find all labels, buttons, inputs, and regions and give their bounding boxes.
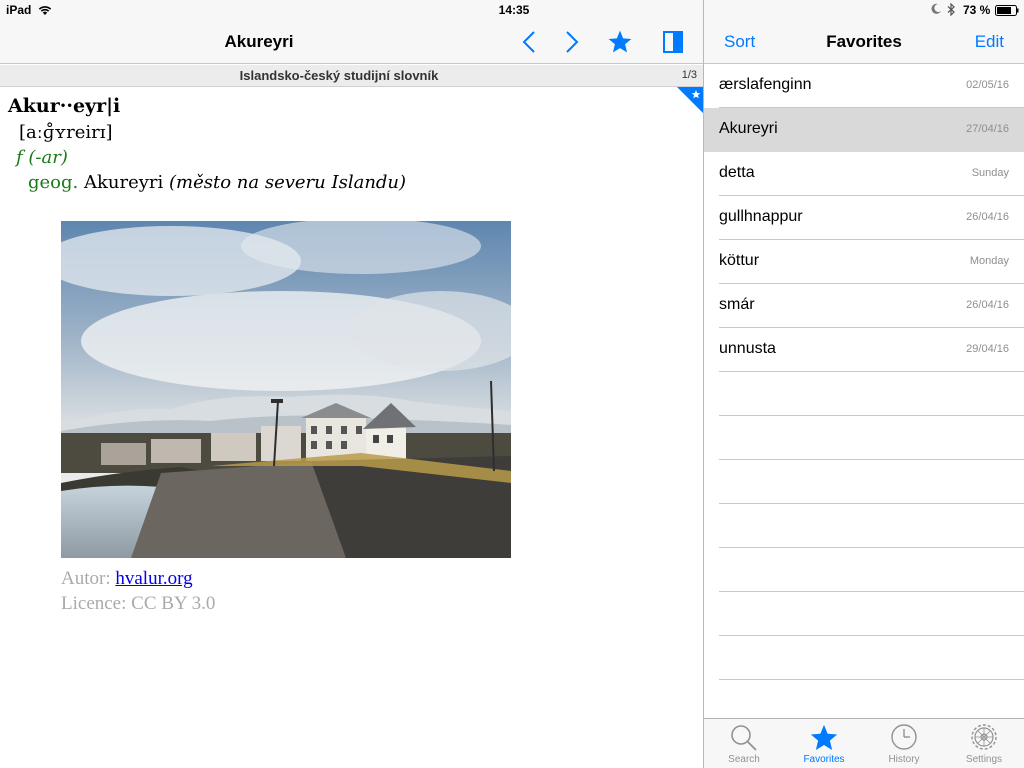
- chevron-left-icon: [522, 31, 535, 53]
- sidebar-toggle-icon: [663, 31, 683, 53]
- empty-row: [704, 372, 1024, 416]
- tab-search-label: Search: [728, 754, 760, 765]
- empty-row: [704, 416, 1024, 460]
- list-item-word: Akureyri: [719, 120, 778, 137]
- list-item[interactable]: unnusta 29/04/16: [704, 328, 1024, 372]
- tab-settings-label: Settings: [965, 754, 1003, 765]
- headword: Akur··eyr|i: [8, 95, 121, 117]
- tab-history[interactable]: History: [864, 719, 944, 768]
- star-icon: [608, 30, 632, 53]
- list-item[interactable]: ærslafenginn 02/05/16: [704, 64, 1024, 108]
- list-item-word: gullhnappur: [719, 208, 803, 225]
- back-button[interactable]: [515, 28, 543, 56]
- dictionary-bar: Islandsko-český studijní slovník 1/3: [0, 65, 703, 87]
- favorite-button[interactable]: [606, 28, 634, 56]
- detail-navbar: Akureyri: [0, 20, 703, 64]
- list-item[interactable]: detta Sunday: [704, 152, 1024, 196]
- list-item-word: köttur: [719, 252, 760, 269]
- sense-line: geog. Akureyri (město na severu Islandu): [28, 172, 406, 193]
- credit-author: Autor: hvalur.org: [61, 566, 215, 591]
- list-item-date: Monday: [969, 255, 1009, 267]
- list-item-date: 27/04/16: [966, 123, 1009, 135]
- status-bar: iPad 14:35 73 %: [0, 0, 1024, 20]
- list-item-date: 26/04/16: [966, 211, 1009, 223]
- list-item-word: unnusta: [719, 340, 776, 357]
- battery-icon: [995, 5, 1019, 16]
- favorites-navbar: Sort Favorites Edit: [704, 20, 1024, 64]
- favorites-list[interactable]: ærslafenginn 02/05/16 Akureyri 27/04/16 …: [704, 64, 1024, 718]
- credit-author-label: Autor:: [61, 568, 111, 589]
- result-page-indicator: 1/3: [681, 69, 697, 81]
- list-item[interactable]: gullhnappur 26/04/16: [704, 196, 1024, 240]
- translation: Akureyri: [84, 172, 164, 193]
- clock-icon: [891, 724, 917, 750]
- entry-title: Akureyri: [224, 32, 294, 51]
- dictionary-name: Islandsko-český studijní slovník: [239, 68, 439, 83]
- list-item-date: 02/05/16: [966, 79, 1009, 91]
- gear-icon: [971, 724, 997, 750]
- akureyri-photo-illustration: [61, 221, 511, 558]
- search-icon: [731, 725, 757, 751]
- tab-favorites[interactable]: Favorites: [784, 719, 864, 768]
- pronunciation: [aːɡ̊ʏreirɪ]: [19, 122, 113, 143]
- list-item-date: 26/04/16: [966, 299, 1009, 311]
- battery-percentage: 73 %: [963, 3, 991, 17]
- empty-row: [704, 636, 1024, 680]
- translation-note: (město na severu Islandu): [169, 172, 407, 193]
- grammar-info: f (-ar): [16, 147, 68, 168]
- moon-icon: [931, 3, 941, 14]
- forward-button[interactable]: [558, 28, 586, 56]
- tab-favorites-label: Favorites: [803, 754, 845, 765]
- tab-search[interactable]: Search: [704, 719, 784, 768]
- list-item-date: 29/04/16: [966, 343, 1009, 355]
- toggle-sidebar-button[interactable]: [659, 28, 687, 56]
- image-credits: Autor: hvalur.org Licence: CC BY 3.0: [61, 566, 215, 616]
- domain-label: geog.: [28, 172, 79, 193]
- tab-history-label: History: [888, 754, 920, 765]
- chevron-right-icon: [566, 31, 579, 53]
- list-item[interactable]: köttur Monday: [704, 240, 1024, 284]
- list-item-word: detta: [719, 164, 755, 181]
- entry-photo: [61, 221, 511, 558]
- list-item[interactable]: smár 26/04/16: [704, 284, 1024, 328]
- tab-settings[interactable]: Settings: [944, 719, 1024, 768]
- credit-license: Licence: CC BY 3.0: [61, 593, 216, 614]
- star-icon: [810, 724, 838, 750]
- empty-row: [704, 548, 1024, 592]
- status-time: 14:35: [498, 3, 530, 17]
- bluetooth-icon: [947, 3, 955, 16]
- list-item-word: smár: [719, 296, 755, 313]
- empty-row: [704, 460, 1024, 504]
- list-item-word: ærslafenginn: [719, 76, 812, 93]
- credit-author-link[interactable]: hvalur.org: [115, 568, 192, 589]
- list-item-date: Sunday: [971, 167, 1009, 179]
- empty-row: [704, 592, 1024, 636]
- tab-bar: Search Favorites History Settings: [704, 718, 1024, 768]
- row-separator: [719, 679, 1024, 680]
- empty-row: [704, 504, 1024, 548]
- favorite-corner-star-icon: [677, 87, 703, 113]
- list-item-selected[interactable]: Akureyri 27/04/16: [704, 108, 1024, 152]
- edit-button[interactable]: Edit: [975, 32, 1004, 52]
